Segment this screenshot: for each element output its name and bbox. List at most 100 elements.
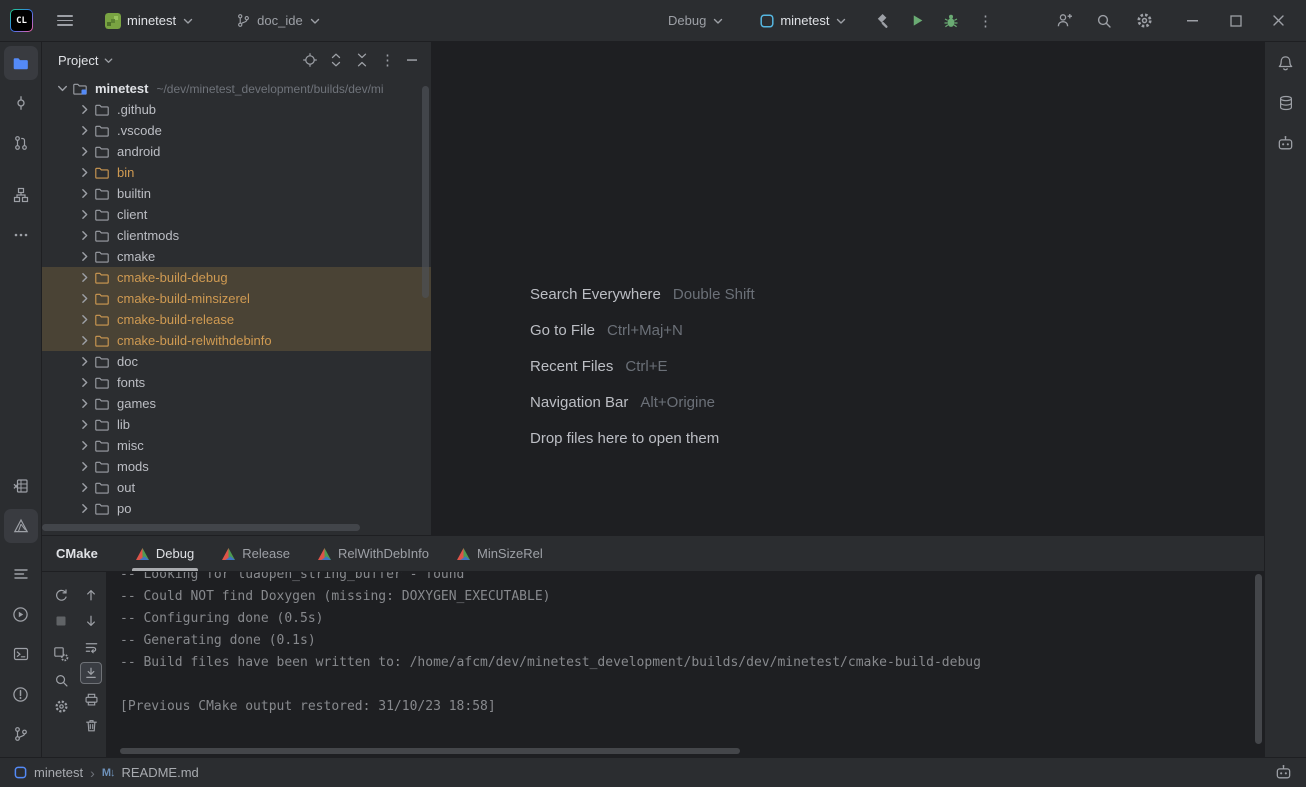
tool-window-run-button[interactable]: [4, 597, 38, 631]
shortcut-label: Go to File: [530, 322, 595, 339]
expand-all-icon[interactable]: [328, 52, 344, 68]
find-button[interactable]: [50, 669, 72, 691]
tool-window-structure-button[interactable]: [4, 178, 38, 212]
project-folder-icon: [72, 81, 88, 97]
cmake-panel-title[interactable]: CMake: [56, 546, 98, 561]
git-branch-icon: [13, 726, 29, 742]
tree-item-cmake-build-debug[interactable]: cmake-build-debug: [42, 267, 431, 288]
tool-window-terminal-button[interactable]: [4, 637, 38, 671]
console-settings-button[interactable]: [50, 695, 72, 717]
tool-window-database-button[interactable]: [1269, 86, 1303, 120]
project-view-selector[interactable]: Project: [58, 53, 114, 68]
clear-all-button[interactable]: [80, 714, 102, 736]
project-panel: Project ⋮: [42, 42, 432, 535]
tool-window-problems-button[interactable]: [4, 677, 38, 711]
folder-icon: [94, 501, 110, 517]
tool-window-commit-button[interactable]: [4, 86, 38, 120]
scroll-to-end-button[interactable]: [80, 662, 102, 684]
tree-item-bin[interactable]: bin: [42, 162, 431, 183]
run-configuration-selector[interactable]: minetest: [754, 9, 853, 32]
tree-item-cmake-build-minsizerel[interactable]: cmake-build-minsizerel: [42, 288, 431, 309]
tree-item-builtin[interactable]: builtin: [42, 183, 431, 204]
cmake-tab-debug[interactable]: Debug: [128, 536, 202, 571]
build-button[interactable]: [869, 7, 897, 35]
more-tool-windows-button[interactable]: [4, 218, 38, 252]
code-with-me-button[interactable]: [1050, 7, 1078, 35]
tree-item-label: cmake-build-relwithdebinfo: [117, 333, 272, 348]
tree-item-lib[interactable]: lib: [42, 414, 431, 435]
tree-item-.vscode[interactable]: .vscode: [42, 120, 431, 141]
collapse-all-icon[interactable]: [354, 52, 370, 68]
hide-panel-icon[interactable]: [405, 53, 419, 67]
vcs-branch-selector[interactable]: doc_ide: [230, 9, 327, 32]
maximize-button[interactable]: [1222, 7, 1250, 35]
tool-window-spreadsheet-button[interactable]: [4, 469, 38, 503]
notifications-button[interactable]: [1269, 46, 1303, 80]
cmake-settings-button[interactable]: [50, 643, 72, 665]
console-horizontal-scrollbar[interactable]: [120, 748, 740, 754]
tree-item-games[interactable]: games: [42, 393, 431, 414]
tree-item-label: fonts: [117, 375, 145, 390]
cmake-console[interactable]: -- Looking for luaopen_string_buffer - f…: [106, 572, 1264, 757]
build-type-selector[interactable]: Debug: [662, 9, 730, 32]
chevron-down-icon: [309, 15, 321, 27]
stop-button[interactable]: [50, 610, 72, 632]
tool-window-messages-button[interactable]: [4, 557, 38, 591]
print-button[interactable]: [80, 688, 102, 710]
project-selector[interactable]: minetest: [99, 9, 200, 33]
tool-window-ai-assistant-button[interactable]: [1269, 126, 1303, 160]
tool-window-project-button[interactable]: [4, 46, 38, 80]
locate-file-icon[interactable]: [302, 52, 318, 68]
project-vertical-scrollbar[interactable]: [422, 86, 429, 298]
editor-area[interactable]: Search EverywhereDouble ShiftGo to FileC…: [432, 42, 1264, 535]
tree-item-fonts[interactable]: fonts: [42, 372, 431, 393]
ai-assistant-icon[interactable]: [1275, 764, 1292, 781]
soft-wrap-button[interactable]: [80, 636, 102, 658]
cmake-tab-minsizerel[interactable]: MinSizeRel: [449, 536, 551, 571]
debug-button[interactable]: [937, 7, 965, 35]
tree-item-.github[interactable]: .github: [42, 99, 431, 120]
run-button[interactable]: [903, 7, 931, 35]
bug-icon: [943, 13, 959, 29]
tool-window-cmake-button[interactable]: [4, 509, 38, 543]
tree-item-po[interactable]: po: [42, 498, 431, 519]
tree-item-label: cmake-build-debug: [117, 270, 228, 285]
folder-icon: [94, 417, 110, 433]
tree-item-cmake-build-relwithdebinfo[interactable]: cmake-build-relwithdebinfo: [42, 330, 431, 351]
tool-window-pull-requests-button[interactable]: [4, 126, 38, 160]
reload-icon: [54, 588, 69, 603]
tree-item-cmake-build-release[interactable]: cmake-build-release: [42, 309, 431, 330]
panel-options-icon[interactable]: ⋮: [380, 51, 395, 69]
breadcrumb-project[interactable]: minetest: [34, 765, 83, 780]
tree-item-clientmods[interactable]: clientmods: [42, 225, 431, 246]
project-horizontal-scrollbar[interactable]: [42, 524, 360, 531]
cmake-tab-release[interactable]: Release: [214, 536, 298, 571]
main-menu-icon[interactable]: [57, 15, 73, 26]
close-button[interactable]: [1264, 7, 1292, 35]
reload-cmake-button[interactable]: [50, 584, 72, 606]
breadcrumb-file[interactable]: README.md: [121, 765, 198, 780]
tree-item-out[interactable]: out: [42, 477, 431, 498]
shortcut-keys: Ctrl+E: [625, 358, 667, 375]
minimize-button[interactable]: [1178, 7, 1206, 35]
spreadsheet-x-icon: [13, 478, 29, 494]
tree-item-misc[interactable]: misc: [42, 435, 431, 456]
tree-item-android[interactable]: android: [42, 141, 431, 162]
more-actions-button[interactable]: ⋮: [971, 7, 999, 35]
tree-item-mods[interactable]: mods: [42, 456, 431, 477]
search-everywhere-button[interactable]: [1090, 7, 1118, 35]
tool-window-git-button[interactable]: [4, 717, 38, 751]
shortcut-keys: Ctrl+Maj+N: [607, 322, 683, 339]
cmake-tab-relwithdebinfo[interactable]: RelWithDebInfo: [310, 536, 437, 571]
tree-item-cmake[interactable]: cmake: [42, 246, 431, 267]
settings-button[interactable]: [1130, 7, 1158, 35]
tree-item-label: .vscode: [117, 123, 162, 138]
tree-item-doc[interactable]: doc: [42, 351, 431, 372]
branch-selector-label: doc_ide: [257, 13, 303, 28]
console-vertical-scrollbar[interactable]: [1255, 574, 1262, 744]
tree-item-client[interactable]: client: [42, 204, 431, 225]
next-message-button[interactable]: [80, 610, 102, 632]
tree-item-root[interactable]: minetest ~/dev/minetest_development/buil…: [42, 78, 431, 99]
shortcut-hint: Go to File Ctrl+Maj+N: [530, 312, 755, 348]
prev-message-button[interactable]: [80, 584, 102, 606]
